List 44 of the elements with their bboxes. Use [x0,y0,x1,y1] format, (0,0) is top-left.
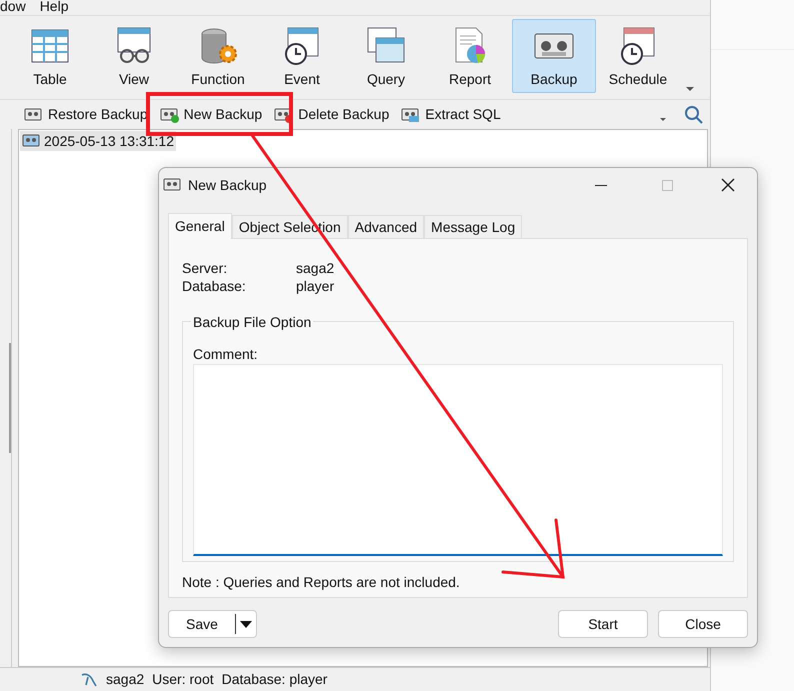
minimize-icon[interactable] [595,184,607,186]
field-value: player [296,276,334,296]
cassette-tape-icon [22,133,41,149]
dialog-tab[interactable]: Message Log [424,215,522,238]
dialog-title: New Backup [188,176,267,195]
menu-item[interactable]: dow [0,0,26,13]
toolbar-button[interactable]: Backup [512,19,596,93]
toolbar-button[interactable]: Function [176,19,260,93]
toolbar-button[interactable]: Report [428,19,512,93]
note-text: Note : Queries and Reports are not included. [182,573,461,592]
cassette-add-icon [160,106,179,122]
menu-item[interactable]: Help [40,0,68,13]
toolbar-button[interactable]: View [92,19,176,93]
dialog-tab[interactable]: Advanced [348,215,424,238]
action-button[interactable]: Extract SQL [399,102,503,126]
comment-label: Comment: [193,345,259,362]
action-button[interactable]: New Backup [158,102,264,126]
toolbar-button[interactable]: Schedule [596,19,680,93]
toolbar-button[interactable]: Table [8,19,92,93]
save-button[interactable]: Save [168,610,257,638]
dialog-tab[interactable]: General [168,213,232,239]
close-icon[interactable] [721,178,735,192]
dropdown-caret-icon[interactable] [660,118,666,121]
backup-item[interactable]: 2025-05-13 13:31:12 [20,131,176,151]
start-button[interactable]: Start [558,610,648,638]
action-button[interactable]: Restore Backup [22,102,150,126]
search-icon[interactable] [684,104,704,124]
dropdown-caret-icon[interactable] [686,87,694,91]
field-value: saga2 [296,258,334,278]
cassette-sql-icon [401,106,420,122]
action-button[interactable]: Delete Backup [272,102,392,126]
status-database: Database: player [222,670,328,689]
field-label: Database: [182,276,247,296]
comment-field[interactable] [193,364,723,556]
status-user: User: root [152,670,214,689]
collapse-handle-icon[interactable] [9,343,11,453]
caret-icon[interactable] [240,620,252,628]
toolbar-button[interactable]: Query [344,19,428,93]
close-button[interactable]: Close [658,610,748,638]
field-label: Server: [182,258,228,278]
toolbar-button[interactable]: Event [260,19,344,93]
cassette-tape-icon [163,177,182,193]
cassette-tape-icon [24,106,43,122]
status-server: saga2 [106,670,144,689]
